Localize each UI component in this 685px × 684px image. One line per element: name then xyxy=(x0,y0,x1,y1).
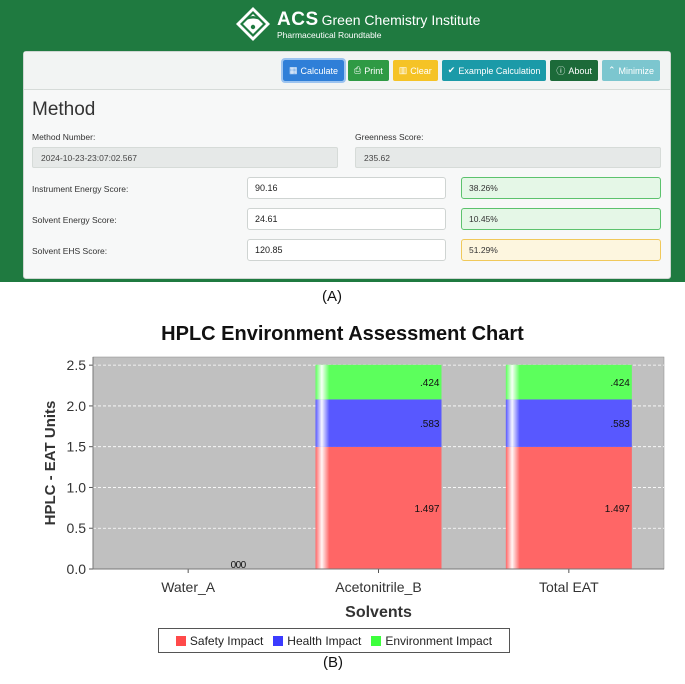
method-card: ▦ Calculate ⎙ Print ▥ Clear ✔ Example Calcul… xyxy=(23,51,671,279)
trash-icon: ▥ xyxy=(398,65,408,75)
caption-b: (B) xyxy=(323,654,343,671)
example-calculation-button[interactable]: ✔ Example Calculation xyxy=(441,60,547,81)
chevron-up-icon: ⌃ xyxy=(607,65,616,75)
brand-subtitle: Pharmaceutical Roundtable xyxy=(277,29,382,40)
x-tick-label: Water_A xyxy=(161,579,216,595)
greenness-score-field: 235.62 xyxy=(355,147,661,168)
legend-item-health: Health Impact xyxy=(273,634,361,648)
page-title: Method xyxy=(32,99,96,120)
about-button[interactable]: ⓘ About xyxy=(550,60,598,81)
print-button[interactable]: ⎙ Print xyxy=(348,60,389,81)
info-icon: ⓘ xyxy=(556,66,566,76)
stacked-bar-chart: 0.00.51.01.52.02.50 0 0Water_A1.497.583.42… xyxy=(42,356,665,621)
chart-legend: Safety Impact Health Impact Environment … xyxy=(158,628,510,653)
solvent-energy-percent: 10.45% xyxy=(461,208,661,230)
minimize-button[interactable]: ⌃ Minimize xyxy=(601,60,660,81)
legend-item-environment: Environment Impact xyxy=(371,634,492,648)
solvent-ehs-label: Solvent EHS Score: xyxy=(32,246,108,256)
acs-logo-icon xyxy=(236,7,270,41)
greenness-score-label: Greenness Score: xyxy=(355,132,424,142)
brand-name: ACS xyxy=(277,8,319,30)
y-tick-label: 0.5 xyxy=(67,520,87,536)
institute-name: Green Chemistry Institute xyxy=(321,11,481,28)
brand-header: ACS Green Chemistry Institute Pharmaceuti… xyxy=(235,6,480,42)
calculate-button[interactable]: ▦ Calculate xyxy=(280,58,347,83)
clear-button[interactable]: ▥ Clear xyxy=(392,60,438,81)
legend-swatch-environment xyxy=(371,635,382,646)
solvent-energy-label: Solvent Energy Score: xyxy=(32,215,117,225)
solvent-energy-input[interactable]: 24.61 xyxy=(247,208,446,230)
solvent-ehs-percent: 51.29% xyxy=(461,239,661,261)
data-label: 1.497 xyxy=(605,504,630,515)
x-axis-title: Solvents xyxy=(345,604,412,621)
data-label: .583 xyxy=(420,419,440,430)
data-label: .424 xyxy=(420,378,440,389)
check-icon: ✔ xyxy=(447,65,456,75)
y-tick-label: 2.5 xyxy=(67,357,87,373)
method-number-field: 2024-10-23-23:07:02.567 xyxy=(32,147,338,168)
data-label: 1.497 xyxy=(414,504,439,515)
toolbar: ▦ Calculate ⎙ Print ▥ Clear ✔ Example Calcul… xyxy=(24,52,670,90)
solvent-ehs-input[interactable]: 120.85 xyxy=(247,239,446,261)
y-axis-title: HPLC - EAT Units xyxy=(42,401,59,526)
x-tick-label: Acetonitrile_B xyxy=(335,579,421,595)
legend-swatch-health xyxy=(273,635,284,646)
method-number-label: Method Number: xyxy=(32,132,96,142)
legend-item-safety: Safety Impact xyxy=(175,634,263,648)
x-tick-label: Total EAT xyxy=(539,579,599,595)
y-tick-label: 2.0 xyxy=(67,398,87,414)
y-tick-label: 0.0 xyxy=(67,561,87,577)
instrument-energy-input[interactable]: 90.16 xyxy=(247,177,446,199)
data-label: .424 xyxy=(610,378,630,389)
instrument-energy-label: Instrument Energy Score: xyxy=(32,184,129,194)
chart-title: HPLC Environment Assessment Chart xyxy=(161,323,524,345)
y-tick-label: 1.0 xyxy=(67,479,87,495)
legend-swatch-safety xyxy=(175,635,186,646)
y-tick-label: 1.5 xyxy=(67,439,87,455)
data-label: .583 xyxy=(610,419,630,430)
caption-a: (A) xyxy=(322,288,342,305)
print-icon: ⎙ xyxy=(354,65,362,75)
instrument-energy-percent: 38.26% xyxy=(461,177,661,199)
calculator-icon: ▦ xyxy=(289,65,298,75)
green-chemistry-app: ACS Green Chemistry Institute Pharmaceuti… xyxy=(0,0,685,282)
